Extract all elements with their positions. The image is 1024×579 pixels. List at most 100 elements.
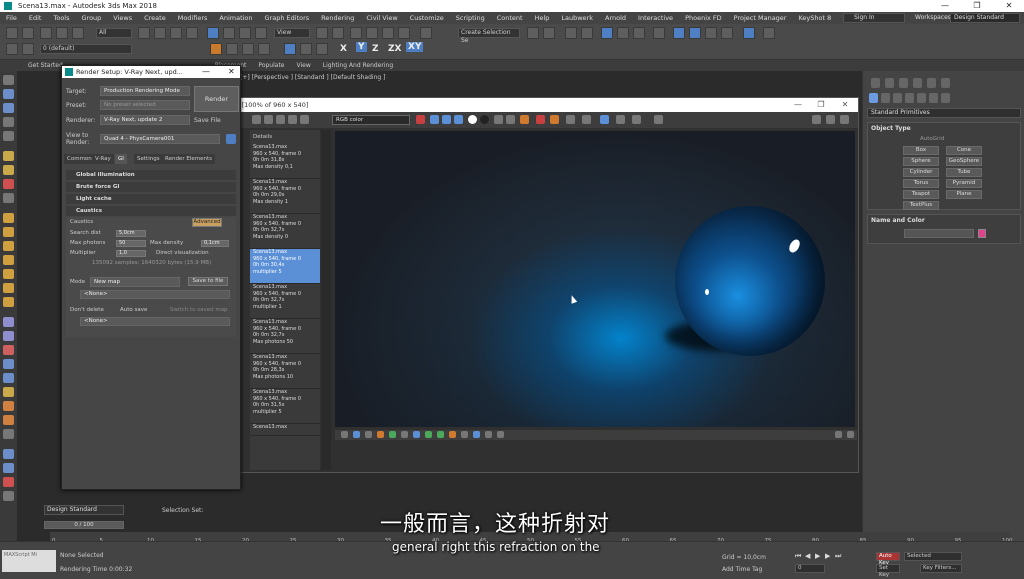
space-warps-icon[interactable] (929, 93, 938, 103)
auto-key-button[interactable]: Auto Key (876, 552, 900, 566)
vr-icon[interactable] (3, 491, 14, 501)
close-button[interactable]: ✕ (994, 0, 1024, 12)
object-name-field[interactable] (904, 229, 974, 238)
caustics-checkbox[interactable]: Caustics (70, 219, 93, 225)
menu-scripting[interactable]: Scripting (450, 12, 491, 24)
history-item[interactable]: Scena13.max 960 x 540, frame 0 0h 0m 31,8s… (250, 144, 320, 179)
direct-visualization-checkbox[interactable]: Direct visualization (156, 250, 209, 256)
tab-render-elements[interactable]: Render Elements (162, 154, 215, 164)
fb-bottom-icon[interactable] (461, 431, 468, 438)
max-density-input[interactable]: 0,1cm (201, 240, 229, 247)
pen-icon[interactable] (3, 345, 14, 355)
utility-icon[interactable] (3, 477, 14, 487)
map-file-field-1[interactable]: <None> (80, 290, 230, 299)
cylinder-button[interactable]: Cylinder (903, 168, 939, 177)
fb-green-channel-icon[interactable] (442, 115, 451, 124)
vray-sun-icon[interactable] (242, 43, 254, 55)
rs-minimize-button[interactable]: — (202, 66, 210, 78)
rendered-frame-window-icon[interactable] (689, 27, 701, 39)
play-icon[interactable]: ▶ (815, 552, 820, 560)
curve-editor-icon[interactable] (617, 27, 629, 39)
workspace-selector[interactable]: Design Standard (44, 505, 124, 515)
history-item[interactable]: Scena13.max 960 x 540, frame 0 0h 0m 32,7s… (250, 319, 320, 354)
fb-close-button[interactable]: ✕ (834, 98, 856, 112)
fb-link-icon[interactable] (582, 115, 591, 124)
go-to-start-icon[interactable]: ⏮ (795, 552, 801, 561)
key-filters-button[interactable]: Key Filters... (920, 564, 962, 573)
cone-button[interactable]: Cone (946, 146, 982, 155)
selection-filter-dropdown[interactable]: All (96, 28, 132, 38)
schematic-view-icon[interactable] (633, 27, 645, 39)
ribbon-toggle-icon[interactable] (601, 27, 613, 39)
menu-create[interactable]: Create (138, 12, 172, 24)
teapot-icon[interactable] (3, 213, 14, 223)
fb-region-icon[interactable] (566, 115, 575, 124)
menu-phoenix-fd[interactable]: Phoenix FD (679, 12, 728, 24)
torus-button[interactable]: Torus (903, 179, 939, 188)
fb-history-icon[interactable] (300, 115, 309, 124)
next-frame-icon[interactable]: ▶ (825, 552, 830, 560)
history-item[interactable]: Scena13.max 960 x 540, frame 0 0h 0m 31,5s… (250, 389, 320, 424)
tab-vray[interactable]: V-Ray (92, 154, 114, 164)
set-key-button[interactable]: Set Key (876, 564, 900, 578)
hierarchy-tab-icon[interactable] (899, 78, 908, 88)
vray-light-icon[interactable] (226, 43, 238, 55)
textplus-icon[interactable] (3, 297, 14, 307)
material-editor-icon[interactable] (653, 27, 665, 39)
undo-icon[interactable] (6, 27, 18, 39)
fb-minimize-button[interactable]: — (787, 98, 809, 112)
menu-content[interactable]: Content (491, 12, 529, 24)
scene-explorer-icon[interactable] (565, 27, 577, 39)
fb-color-icon[interactable] (416, 115, 425, 124)
mirror-icon[interactable] (527, 27, 539, 39)
channel-dropdown[interactable]: RGB color (332, 115, 410, 125)
menu-customize[interactable]: Customize (404, 12, 450, 24)
torus-icon[interactable] (3, 131, 14, 141)
light-cache-rollout[interactable]: Light cache (66, 194, 236, 204)
ribbon-tab-populate[interactable]: Populate (252, 60, 290, 71)
light-icon[interactable] (3, 151, 14, 161)
time-slider[interactable]: 0 / 100 (44, 521, 124, 529)
menu-keyshot[interactable]: KeyShot 8 (792, 12, 837, 24)
menu-help[interactable]: Help (529, 12, 556, 24)
primitive-type-dropdown[interactable]: Standard Primitives (867, 108, 1021, 118)
geosphere-button[interactable]: GeoSphere (946, 157, 982, 166)
fb-options-icon[interactable] (840, 115, 849, 124)
preset-dropdown[interactable]: No preset selected (100, 100, 190, 110)
angle-snap-icon[interactable] (366, 27, 378, 39)
menu-arnold[interactable]: Arnold (599, 12, 632, 24)
sign-in-button[interactable]: Sign In (843, 13, 905, 23)
shapes-icon[interactable] (881, 93, 890, 103)
layer-manager-icon[interactable] (6, 43, 18, 55)
menu-laubwerk[interactable]: Laubwerk (555, 12, 599, 24)
history-item-selected[interactable]: Scena13.max 960 x 540, frame 0 0h 0m 30,4s… (250, 249, 320, 284)
ribbon-tab-get-started[interactable]: Get Started (0, 60, 69, 71)
vray-dome-icon[interactable] (258, 43, 270, 55)
helper-icon[interactable] (3, 179, 14, 189)
prev-frame-icon[interactable]: ◀ (805, 552, 810, 560)
plane-button[interactable]: Plane (946, 190, 982, 199)
cameras-icon[interactable] (905, 93, 914, 103)
fb-zoom-icon[interactable] (654, 115, 663, 124)
render-in-cloud-icon[interactable] (721, 27, 733, 39)
view-to-render-dropdown[interactable]: Quad 4 - PhysCamera001 (100, 134, 220, 144)
place-icon[interactable] (255, 27, 267, 39)
fb-blue-channel-icon[interactable] (454, 115, 463, 124)
align-icon[interactable] (543, 27, 555, 39)
axis-z-button[interactable]: Z (372, 44, 379, 54)
workspaces-dropdown[interactable]: Design Standard (950, 13, 1020, 23)
save-file-checkbox[interactable]: Save File (194, 117, 221, 124)
box-icon[interactable] (3, 89, 14, 99)
add-time-tag-button[interactable]: Add Time Tag (722, 566, 762, 573)
edit-named-selection-icon[interactable] (420, 27, 432, 39)
history-item[interactable]: Scena13.max 960 x 540, frame 0 0h 0m 28,3s… (250, 354, 320, 389)
save-to-file-button[interactable]: Save to file (188, 277, 228, 286)
display-tab-icon[interactable] (927, 78, 936, 88)
redo-icon[interactable] (22, 27, 34, 39)
fb-bottom-icon[interactable] (437, 431, 444, 438)
menu-group[interactable]: Group (76, 12, 108, 24)
modifier-icon[interactable] (3, 317, 14, 327)
create-icon[interactable] (3, 75, 14, 85)
menu-views[interactable]: Views (107, 12, 138, 24)
fb-scroll-right-icon[interactable] (847, 431, 854, 438)
